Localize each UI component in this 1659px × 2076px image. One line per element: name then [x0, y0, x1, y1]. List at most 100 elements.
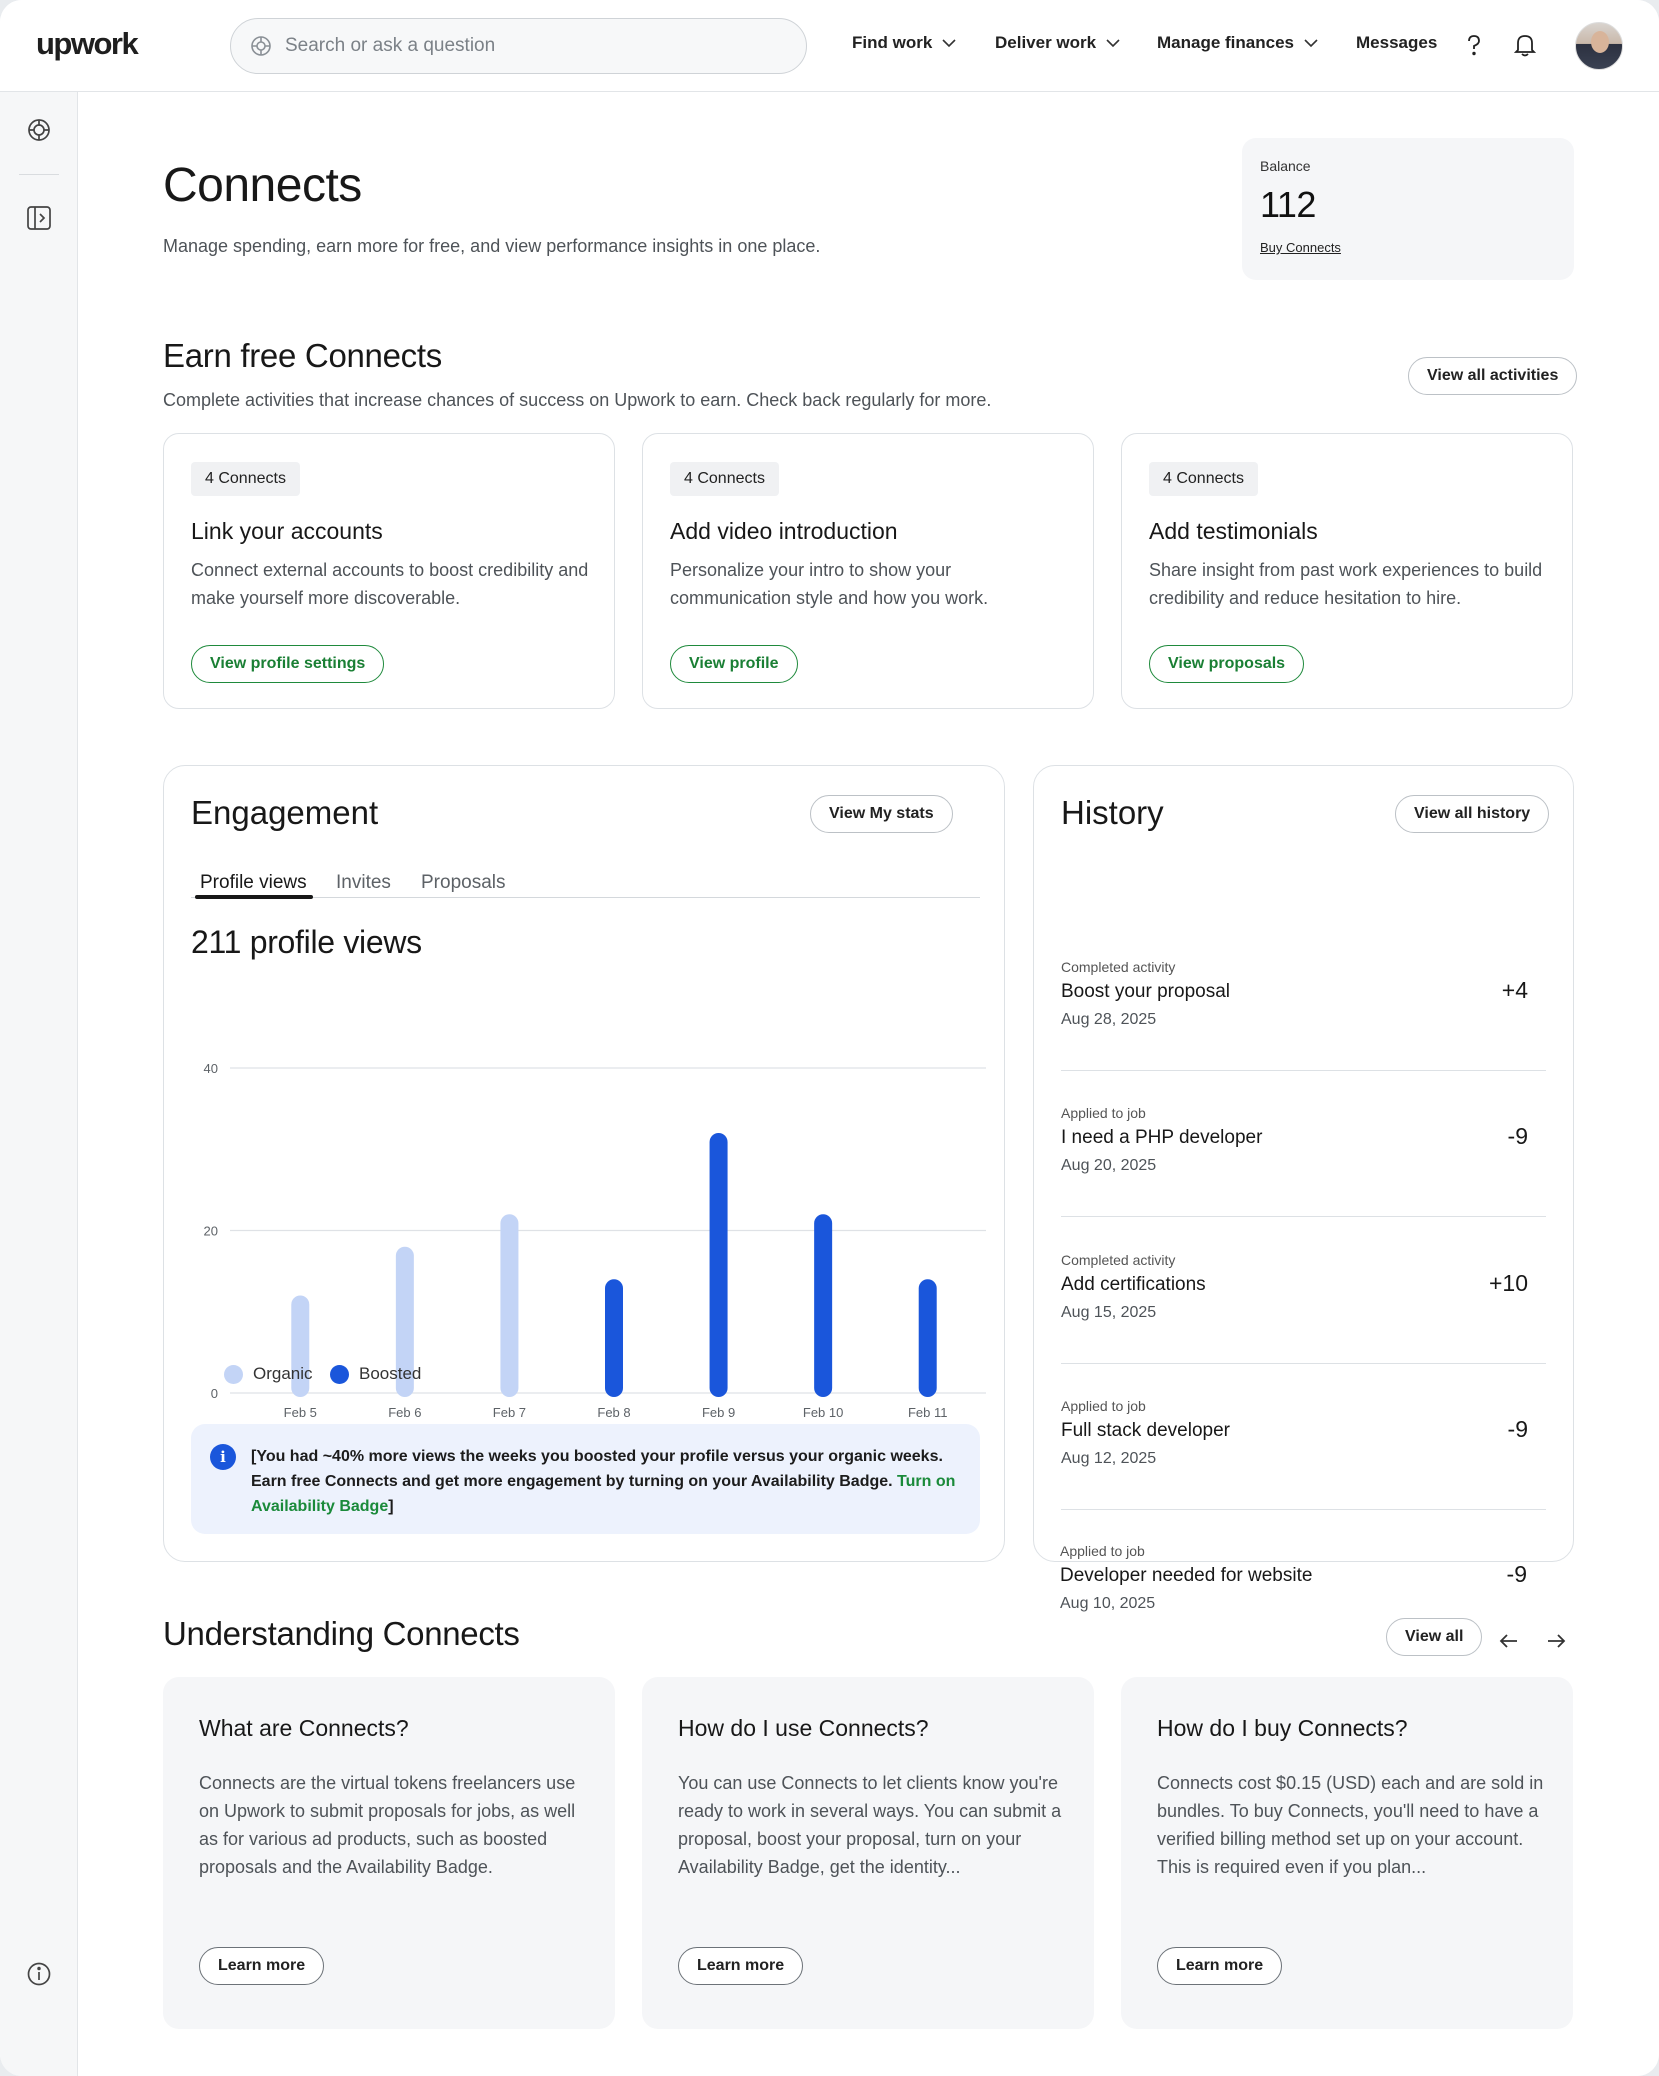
- chevron-down-icon: [1106, 39, 1120, 48]
- tab-active-indicator: [195, 895, 313, 899]
- rail-divider: [19, 174, 59, 175]
- view-all-button[interactable]: View all: [1386, 1618, 1483, 1656]
- nav-messages[interactable]: Messages: [1356, 33, 1437, 53]
- side-rail: [0, 92, 78, 2076]
- info-icon: i: [210, 1444, 236, 1470]
- tab-proposals[interactable]: Proposals: [421, 872, 506, 894]
- view-all-history-button[interactable]: View all history: [1395, 795, 1550, 833]
- balance-label: Balance: [1260, 158, 1311, 174]
- tab-profile-views[interactable]: Profile views: [200, 872, 307, 894]
- faq-card-how-buy-connects: How do I buy Connects? Connects cost $0.…: [1121, 1677, 1573, 2029]
- bar-feb-11: [918, 1279, 937, 1397]
- bar-feb-8: [605, 1279, 623, 1397]
- learn-more-button[interactable]: Learn more: [678, 1947, 804, 1985]
- buy-connects-link[interactable]: Buy Connects: [1260, 240, 1556, 255]
- expand-sidebar-icon[interactable]: [25, 204, 53, 232]
- engagement-title: Engagement: [191, 794, 379, 831]
- page-title: Connects: [163, 159, 362, 212]
- history-item[interactable]: Completed activity Boost your proposal A…: [1061, 959, 1546, 1029]
- nav-messages-label: Messages: [1356, 33, 1438, 52]
- history-title: History: [1061, 794, 1164, 831]
- insight-text-end: ]: [388, 1498, 394, 1515]
- x-tick-label: Feb 7: [493, 1405, 526, 1420]
- legend-boosted: Boosted: [330, 1364, 421, 1384]
- view-profile-button[interactable]: View profile: [670, 645, 798, 683]
- balance-value: 112: [1260, 184, 1316, 225]
- history-item-amount: -9: [1507, 1416, 1528, 1442]
- history-item-name: I need a PHP developer: [1061, 1127, 1263, 1148]
- history-item-amount: -9: [1507, 1123, 1528, 1149]
- search-bar[interactable]: [230, 18, 807, 74]
- insight-banner: i [You had ~40% more views the weeks you…: [191, 1424, 980, 1534]
- history-item-name: Add certifications: [1061, 1274, 1206, 1295]
- chevron-down-icon: [942, 39, 956, 48]
- history-item-date: Aug 28, 2025: [1061, 1011, 1157, 1028]
- balance-card: Balance 112 Buy Connects: [1242, 138, 1574, 280]
- ai-sparkle-icon[interactable]: [25, 116, 53, 144]
- view-my-stats-button[interactable]: View My stats: [810, 795, 953, 833]
- avatar-face: [1591, 31, 1609, 53]
- history-item-date: Aug 10, 2025: [1060, 1595, 1156, 1612]
- upwork-logo[interactable]: upwork: [36, 26, 139, 62]
- tab-invites[interactable]: Invites: [336, 872, 391, 894]
- earn-section-description: Complete activities that increase chance…: [163, 390, 992, 410]
- legend-organic: Organic: [224, 1364, 313, 1384]
- nav-deliver-work[interactable]: Deliver work: [995, 33, 1120, 53]
- earn-card-description: Personalize your intro to show your comm…: [670, 560, 989, 608]
- ai-sparkle-icon: [247, 32, 275, 60]
- history-divider: [1061, 1509, 1546, 1510]
- earn-card-description: Share insight from past work experiences…: [1149, 560, 1543, 608]
- history-item-date: Aug 20, 2025: [1061, 1157, 1157, 1174]
- earn-card-testimonials: 4 Connects Add testimonials Share insigh…: [1121, 433, 1573, 709]
- faq-card-description: Connects are the virtual tokens freelanc…: [199, 1773, 576, 1877]
- history-item[interactable]: Completed activity Add certifications Au…: [1061, 1252, 1546, 1322]
- faq-card-title: How do I use Connects?: [678, 1715, 929, 1741]
- nav-find-work[interactable]: Find work: [852, 33, 956, 53]
- arrow-right-icon[interactable]: [1541, 1626, 1571, 1656]
- earn-card-title: Add testimonials: [1149, 518, 1318, 544]
- nav-find-work-label: Find work: [852, 33, 933, 52]
- arrow-left-icon[interactable]: [1494, 1626, 1524, 1656]
- history-item[interactable]: Applied to job Full stack developer Aug …: [1061, 1398, 1546, 1468]
- history-item-amount: +4: [1501, 977, 1528, 1003]
- understanding-section-title: Understanding Connects: [163, 1615, 520, 1652]
- view-all-activities-button[interactable]: View all activities: [1408, 357, 1578, 395]
- faq-card-title: How do I buy Connects?: [1157, 1715, 1408, 1741]
- faq-card-what-are-connects: What are Connects? Connects are the virt…: [163, 1677, 615, 2029]
- history-divider: [1061, 1216, 1546, 1217]
- history-item-amount: -9: [1506, 1561, 1527, 1587]
- view-proposals-button[interactable]: View proposals: [1149, 645, 1305, 683]
- x-tick-label: Feb 10: [803, 1405, 843, 1420]
- organic-swatch: [224, 1364, 243, 1384]
- view-profile-settings-button[interactable]: View profile settings: [191, 645, 385, 683]
- x-tick-label: Feb 5: [284, 1405, 317, 1420]
- earn-card-title: Link your accounts: [191, 518, 383, 544]
- learn-more-button[interactable]: Learn more: [1157, 1947, 1283, 1985]
- bell-icon[interactable]: [1510, 30, 1540, 60]
- bar-feb-10: [814, 1214, 833, 1397]
- chevron-down-icon: [1304, 39, 1318, 48]
- help-icon[interactable]: [1459, 30, 1489, 60]
- profile-views-total: 211 profile views: [191, 924, 422, 960]
- bar-feb-7: [500, 1214, 519, 1397]
- avatar[interactable]: [1575, 22, 1623, 70]
- connects-badge: 4 Connects: [1149, 462, 1258, 496]
- history-item[interactable]: Applied to job I need a PHP developer Au…: [1061, 1105, 1546, 1175]
- info-icon[interactable]: [25, 1960, 53, 1988]
- app-window: upwork Find work Deliver work Manage fin…: [0, 0, 1659, 2076]
- history-divider: [1061, 1363, 1546, 1364]
- learn-more-button[interactable]: Learn more: [199, 1947, 325, 1985]
- history-item-name: Full stack developer: [1061, 1420, 1230, 1441]
- history-item-date: Aug 12, 2025: [1061, 1450, 1157, 1467]
- boosted-swatch: [330, 1364, 349, 1384]
- earn-card-description: Connect external accounts to boost credi…: [191, 560, 589, 608]
- y-tick-label: 40: [204, 1061, 218, 1076]
- search-input[interactable]: [285, 35, 765, 57]
- history-item-amount: +10: [1488, 1270, 1528, 1296]
- history-item[interactable]: Applied to job Developer needed for webs…: [1060, 1543, 1545, 1613]
- history-item-name: Developer needed for website: [1060, 1565, 1313, 1586]
- history-item-type: Applied to job: [1060, 1543, 1145, 1559]
- connects-badge: 4 Connects: [191, 462, 300, 496]
- nav-manage-finances[interactable]: Manage finances: [1157, 33, 1318, 53]
- history-item-type: Completed activity: [1061, 1252, 1176, 1268]
